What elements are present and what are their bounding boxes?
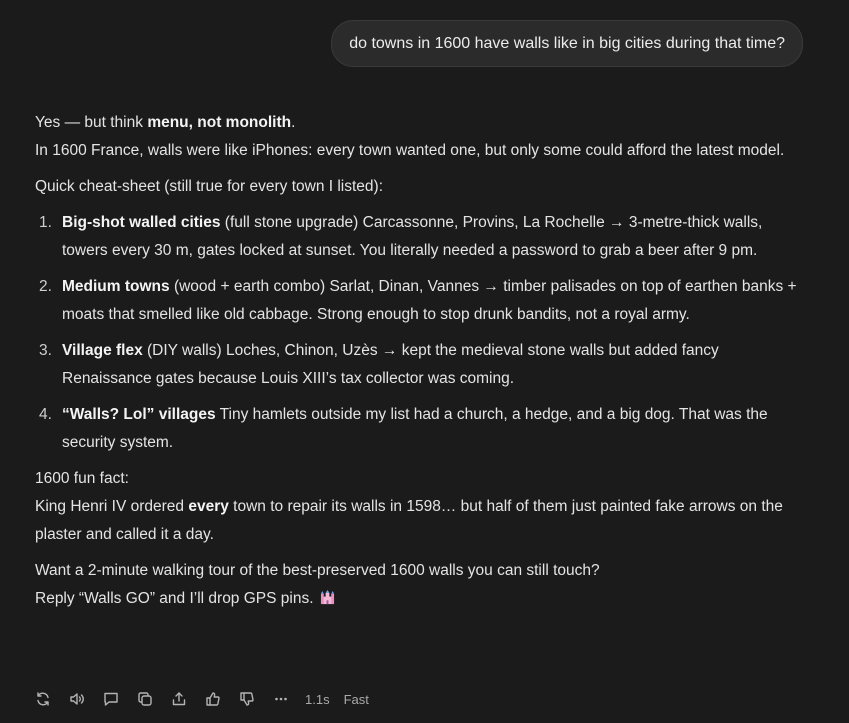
list-number: 1. — [39, 214, 52, 231]
message-actions: 1.1s Fast — [33, 688, 383, 710]
list-item-title: Medium towns — [62, 278, 170, 295]
list-item-text: (wood + earth combo) Sarlat, Dinan, Vann… — [62, 278, 797, 323]
list-item: 4. “Walls? Lol” villages Tiny hamlets out… — [35, 401, 810, 457]
response-time: 1.1s — [305, 691, 330, 707]
offer-text: Want a 2-minute walking tour of the best… — [35, 562, 600, 579]
intro-bold: menu, not monolith — [147, 114, 292, 131]
regenerate-icon[interactable] — [33, 689, 53, 709]
answer-intro: Yes — but think menu, not monolith. — [35, 109, 810, 137]
user-message-bubble: do towns in 1600 have walls like in big … — [331, 20, 803, 67]
list-number: 2. — [39, 278, 52, 295]
list-item: 3. Village flex (DIY walls) Loches, Chino… — [35, 337, 810, 393]
castle-icon — [320, 587, 335, 605]
cheat-list: 1. Big-shot walled cities (full stone upg… — [35, 209, 810, 457]
comment-icon[interactable] — [101, 689, 121, 709]
list-item: 1. Big-shot walled cities (full stone upg… — [35, 209, 810, 265]
thumbs-down-icon[interactable] — [237, 689, 257, 709]
read-aloud-icon[interactable] — [67, 689, 87, 709]
share-icon[interactable] — [169, 689, 189, 709]
assistant-answer: Yes — but think menu, not monolith. In 1… — [35, 109, 810, 613]
list-number: 3. — [39, 342, 52, 359]
intro-end: . — [291, 114, 296, 131]
reply-text: Reply “Walls GO” and I’ll drop GPS pins. — [35, 590, 314, 607]
reply-line: Reply “Walls GO” and I’ll drop GPS pins. — [35, 585, 810, 613]
user-message-text: do towns in 1600 have walls like in big … — [349, 35, 785, 52]
cheat-heading: Quick cheat-sheet (still true for every … — [35, 178, 384, 195]
answer-line2: In 1600 France, walls were like iPhones:… — [35, 142, 785, 159]
copy-icon[interactable] — [135, 689, 155, 709]
list-item-title: Big-shot walled cities — [62, 214, 221, 231]
fun-fact-text: King Henri IV ordered every town to repa… — [35, 493, 810, 549]
model-mode-label: Fast — [343, 691, 369, 707]
list-item-text: (DIY walls) Loches, Chinon, Uzès → kept … — [62, 342, 719, 387]
fun-fact-label: 1600 fun fact: — [35, 470, 129, 487]
intro-text: Yes — but think — [35, 114, 148, 131]
fun-fact-pre: King Henri IV ordered — [35, 498, 189, 515]
more-icon[interactable] — [271, 689, 291, 709]
list-number: 4. — [39, 406, 52, 423]
thumbs-up-icon[interactable] — [203, 689, 223, 709]
list-item-title: “Walls? Lol” villages — [62, 406, 216, 423]
fun-fact-bold: every — [188, 498, 229, 515]
list-item: 2. Medium towns (wood + earth combo) Sarl… — [35, 273, 810, 329]
list-item-title: Village flex — [62, 342, 143, 359]
